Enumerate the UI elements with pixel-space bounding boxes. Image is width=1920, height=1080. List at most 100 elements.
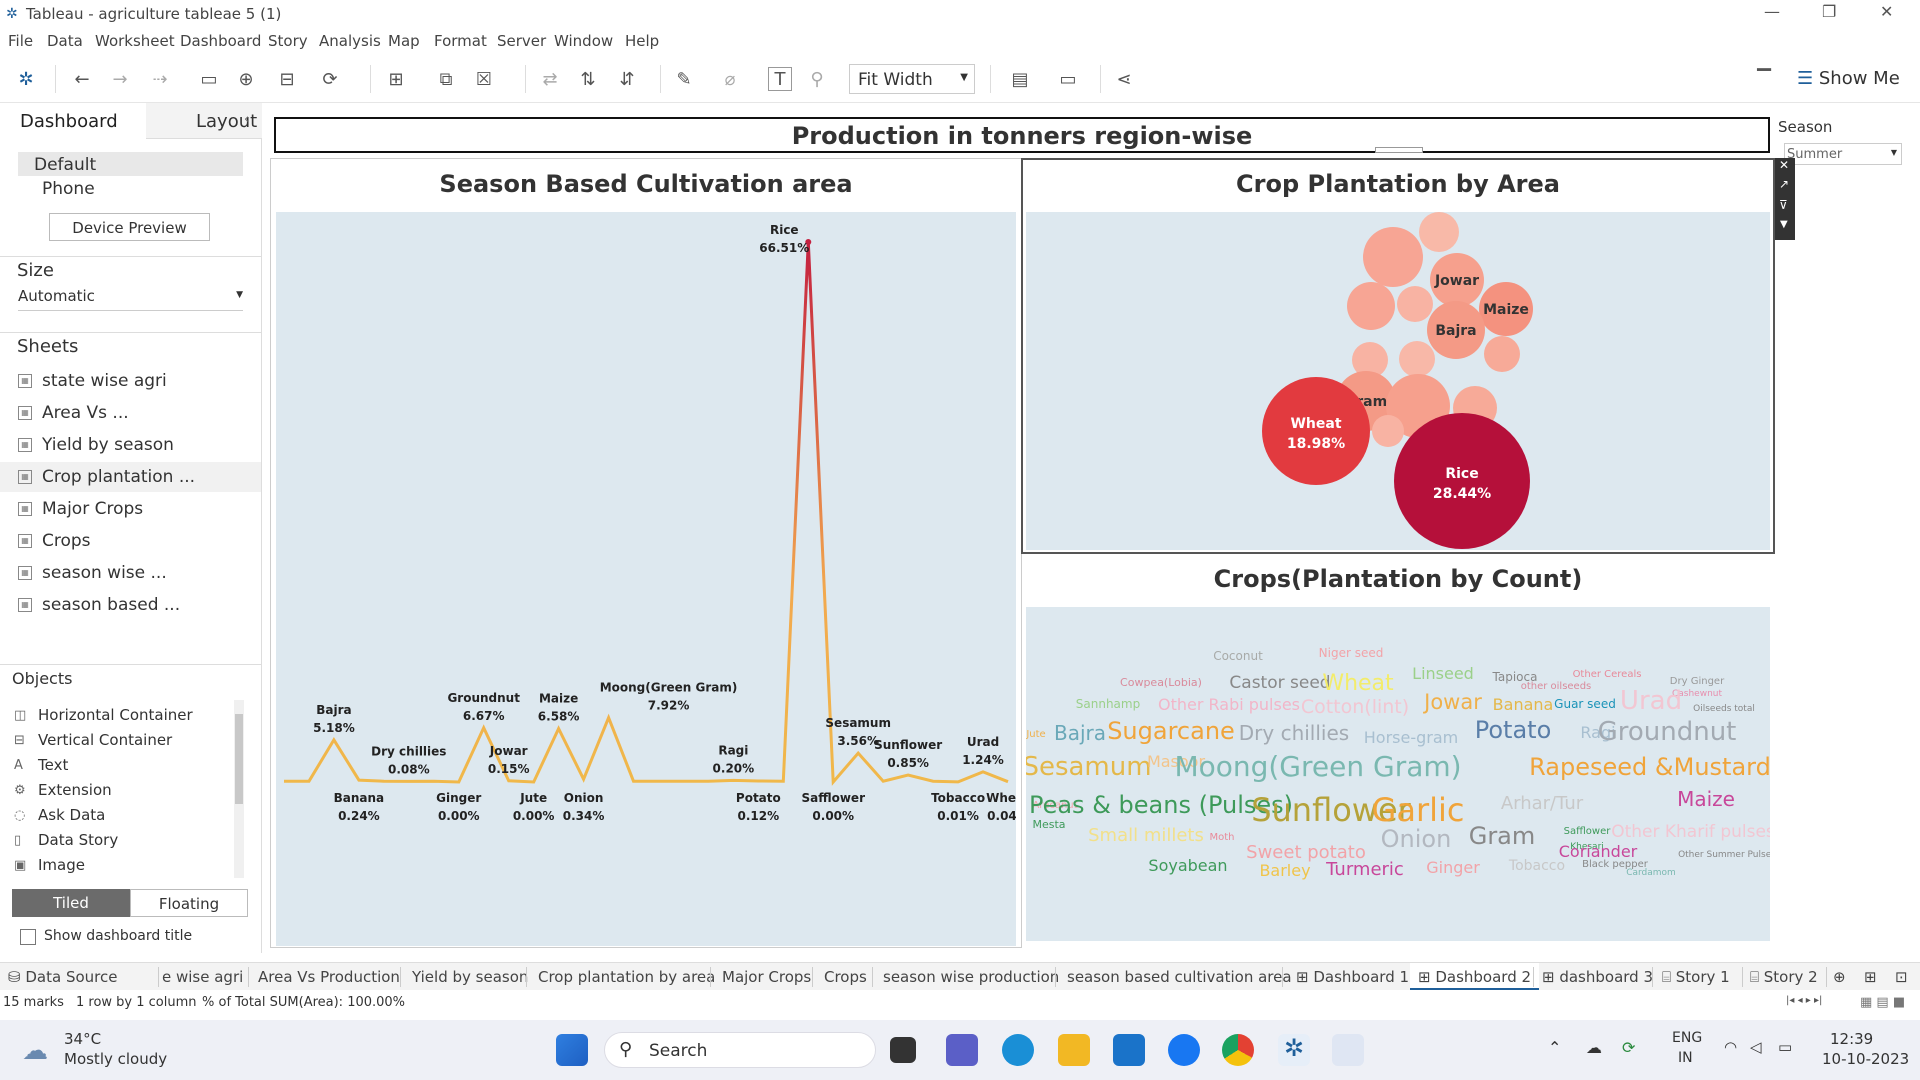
tab-data-source[interactable]: ⛁ Data Source [8,968,117,986]
more-options-icon[interactable]: ▼ [1780,219,1788,230]
season-filter-select[interactable]: Summer ▼ [1784,143,1902,165]
device-phone[interactable]: Phone [42,179,95,199]
season-line-chart[interactable]: Bajra 5.18% Banana 0.24% Dry chillies 0.08% Gi… [276,212,1016,946]
undo-icon[interactable]: ← [70,67,94,91]
bubble[interactable] [1399,341,1435,377]
chrome-icon[interactable] [1222,1034,1254,1066]
show-me-button[interactable]: ☰ Show Me [1797,68,1900,89]
cloud-word[interactable]: Groundnut [1598,717,1737,747]
menu-help[interactable]: Help [625,32,659,50]
objects-scrollbar[interactable] [234,700,244,878]
presentation-icon[interactable]: ▭ [1056,67,1080,91]
minimize-icon[interactable]: — [1764,2,1780,21]
sheet-item[interactable]: ▦ Area Vs ... [18,398,129,428]
tab-crop-plantation[interactable]: Crop plantation by area [538,968,715,986]
cloud-word[interactable]: Wheat [1322,671,1394,696]
tab-dashboard-1[interactable]: ⊞ Dashboard 1 [1296,968,1409,986]
go-to-sheet-icon[interactable]: ↗ [1779,177,1789,191]
cloud-word[interactable]: Gram [1469,822,1536,850]
tab-nav-icons[interactable]: |◂ ◂ ▸ ▸| [1786,995,1822,1006]
tab-yield-by-season[interactable]: Yield by season [412,968,528,986]
cloud-word[interactable]: Soyabean [1148,856,1227,875]
filter-icon[interactable]: ⊽ [1779,198,1788,212]
show-title-checkbox[interactable] [20,929,36,945]
sheet-item[interactable]: ▦ Crops [18,526,91,556]
cloud-word[interactable]: Castor seed [1229,673,1330,693]
cloud-word[interactable]: Guar seed [1554,697,1616,711]
tab-story-1[interactable]: ⌸ Story 1 [1662,968,1730,986]
menu-story[interactable]: Story [268,32,308,50]
wifi-icon[interactable]: ◠ [1724,1038,1737,1056]
dashboard-title-box[interactable]: Production in tonners region-wise [274,117,1770,153]
cloud-word[interactable]: Jute [1026,729,1046,740]
bubble[interactable] [1419,212,1459,252]
menu-format[interactable]: Format [434,32,487,50]
cloud-word[interactable]: Coconut [1213,649,1263,663]
tab-crops[interactable]: Crops [824,968,867,986]
cloud-word[interactable]: Maize [1677,787,1735,811]
tab-dashboard[interactable]: Dashboard [0,103,146,139]
cloud-word[interactable]: Moong(Green Gram) [1174,750,1461,783]
battery-icon[interactable]: ▭ [1778,1038,1792,1056]
cloud-word[interactable]: Onion [1381,825,1452,853]
drag-handle[interactable] [1375,147,1423,153]
tab-dashboard-3[interactable]: ⊞ dashboard 3 [1542,968,1653,986]
cloud-word[interactable]: Moth [1209,832,1234,843]
menu-window[interactable]: Window [554,32,613,50]
tableau-active-icon[interactable] [1332,1034,1364,1066]
menu-server[interactable]: Server [497,32,546,50]
cloud-word[interactable]: Linseed [1412,664,1474,683]
cloud-word[interactable]: Cardamom [1626,868,1676,878]
taskbar-search[interactable]: ⚲ Search [604,1032,876,1068]
cloud-word[interactable]: Niger seed [1319,646,1384,660]
cloud-word[interactable]: Arhar/Tur [1501,793,1584,814]
start-icon[interactable] [556,1034,588,1066]
floating-button[interactable]: Floating [130,889,248,917]
show-cards-icon[interactable]: ▤ [1008,67,1032,91]
cloud-word[interactable]: Potato [1475,716,1552,744]
edge-icon[interactable] [1002,1034,1034,1066]
collapse-icon[interactable]: ‹ [244,112,249,127]
cloud-word[interactable]: Cotton(lint) [1301,696,1409,718]
cloud-word[interactable]: Other Cereals [1573,669,1642,680]
object-text[interactable]: A Text [14,756,68,774]
replay-icon[interactable]: ⇢ [148,67,172,91]
cloud-word[interactable]: Ginger [1426,858,1480,877]
cloud-word[interactable]: Tobacco [1508,858,1565,874]
sync-icon[interactable]: ⟳ [1622,1038,1635,1057]
file-explorer-icon[interactable] [1058,1034,1090,1066]
mail-icon[interactable] [1113,1034,1145,1066]
new-story-tab-icon[interactable]: ⊡ [1895,968,1908,986]
cloud-word[interactable]: Banana [1493,695,1554,714]
device-default[interactable]: Default [18,152,243,176]
cloud-word[interactable]: Sesamum [1026,752,1152,782]
swap-icon[interactable]: ⇄ [538,67,562,91]
cloud-word[interactable]: Urad [1620,686,1682,716]
object-horizontal-container[interactable]: ◫ Horizontal Container [14,706,193,724]
highlight-icon[interactable]: ✎ [672,67,696,91]
tab-story-2[interactable]: ⌸ Story 2 [1750,968,1818,986]
facebook-icon[interactable] [1168,1034,1200,1066]
sheet-item[interactable]: ▦ season wise ... [18,558,167,588]
bubble[interactable] [1363,227,1423,287]
object-vertical-container[interactable]: ⊟ Vertical Container [14,731,172,749]
cloud-word[interactable]: Turmeric [1325,859,1404,880]
menu-dashboard[interactable]: Dashboard [180,32,261,50]
redo-icon[interactable]: → [108,67,132,91]
sheet-item[interactable]: ▦ Crop plantation ... [0,462,261,492]
restore-icon[interactable]: ❐ [1822,2,1836,21]
sheet-item[interactable]: ▦ state wise agri [18,366,167,396]
bubble[interactable] [1484,336,1520,372]
cloud-word[interactable]: Garlic [1372,791,1465,829]
bubble[interactable] [1372,415,1404,447]
menu-analysis[interactable]: Analysis [319,32,381,50]
menu-file[interactable]: File [8,32,33,50]
sheet-item[interactable]: ▦ season based ... [18,590,180,620]
tableau-taskbar-icon[interactable]: ✲ [1278,1034,1310,1066]
duplicate-icon[interactable]: ⧉ [434,67,458,91]
tab-area-vs-production[interactable]: Area Vs Production [258,968,400,986]
new-worksheet-icon[interactable]: ⊞ [384,67,408,91]
cloud-word[interactable]: Jowar [1422,690,1482,714]
teams-icon[interactable] [946,1034,978,1066]
pause-updates-icon[interactable]: ⊟ [275,67,299,91]
